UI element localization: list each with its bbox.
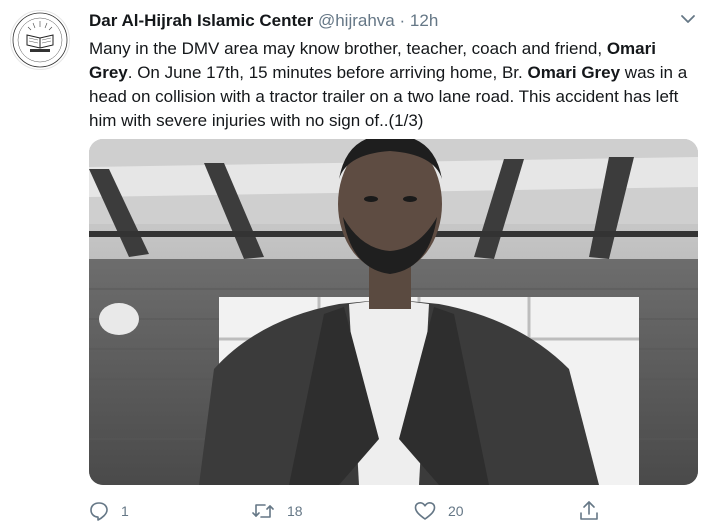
retweet-icon bbox=[252, 504, 274, 518]
heart-icon bbox=[414, 502, 436, 520]
reply-icon bbox=[90, 502, 108, 521]
user-handle[interactable]: @hijrahva bbox=[318, 11, 395, 30]
reply-count: 1 bbox=[121, 503, 129, 519]
share-icon bbox=[580, 501, 598, 520]
separator-dot: · bbox=[399, 11, 406, 30]
tweet-text-bold-name: Omari Grey bbox=[527, 63, 621, 82]
portrait-photo bbox=[89, 139, 698, 485]
more-options-button[interactable] bbox=[679, 12, 697, 26]
tweet-header: Dar Al-Hijrah Islamic Center @hijrahva ·… bbox=[89, 11, 438, 31]
display-name[interactable]: Dar Al-Hijrah Islamic Center bbox=[89, 11, 313, 30]
retweet-button[interactable]: 18 bbox=[251, 496, 303, 526]
tweet-text: Many in the DMV area may know brother, t… bbox=[89, 37, 699, 133]
tweet-text-part: . On June 17th, 15 minutes before arrivi… bbox=[127, 63, 528, 82]
chevron-down-icon bbox=[681, 15, 695, 23]
like-count: 20 bbox=[448, 503, 464, 519]
tweet-text-part: Many in the DMV area may know brother, t… bbox=[89, 39, 607, 58]
tweet-photo[interactable] bbox=[89, 139, 698, 485]
like-button[interactable]: 20 bbox=[414, 496, 464, 526]
dar-al-hijrah-logo bbox=[12, 12, 68, 68]
share-button[interactable] bbox=[579, 496, 599, 526]
tweet-actions: 1 18 20 bbox=[89, 496, 699, 526]
timestamp[interactable]: 12h bbox=[410, 11, 438, 30]
avatar[interactable] bbox=[10, 10, 70, 70]
reply-button[interactable]: 1 bbox=[89, 496, 129, 526]
retweet-count: 18 bbox=[287, 503, 303, 519]
